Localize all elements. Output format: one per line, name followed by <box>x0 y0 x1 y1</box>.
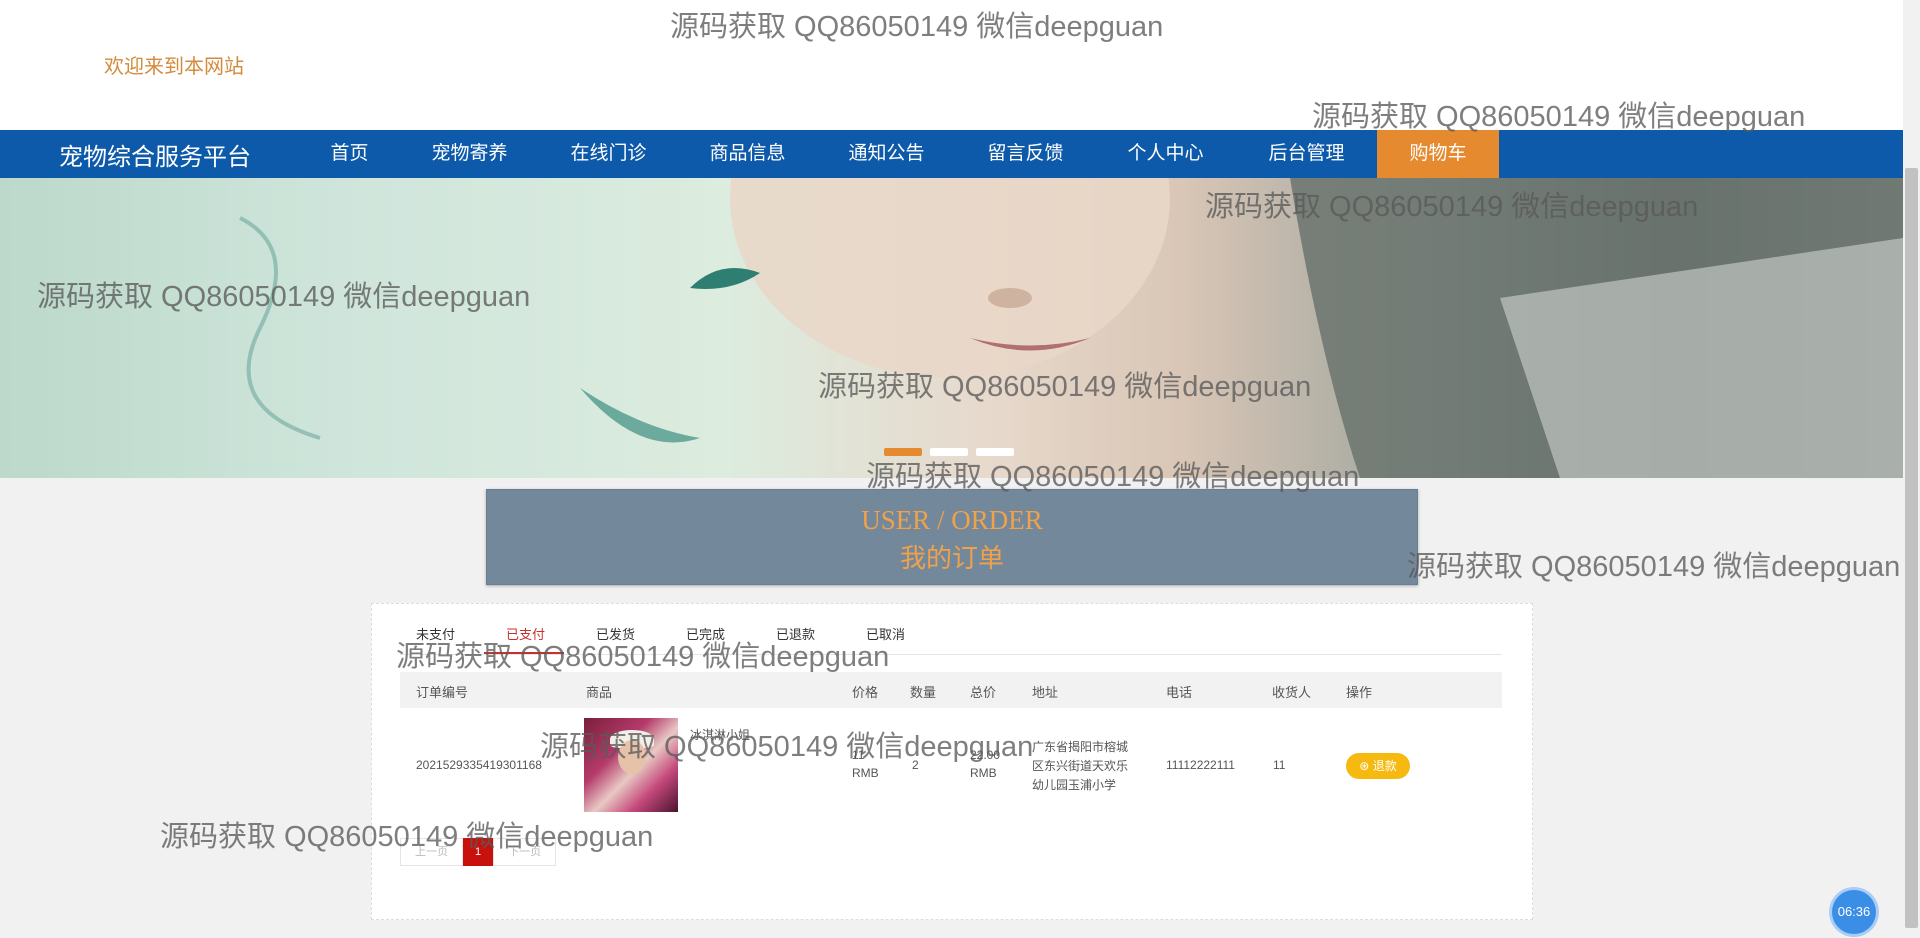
pagination: 上一页 1 下一页 <box>400 838 557 866</box>
col-action: 操作 <box>1346 685 1373 700</box>
order-title-en: USER / ORDER <box>861 505 1043 535</box>
nav-goods-info[interactable]: 商品信息 <box>678 130 817 178</box>
banner-carousel[interactable] <box>0 178 1903 478</box>
receiver-value: 11 <box>1273 758 1286 772</box>
carousel-dot-3[interactable] <box>976 448 1014 456</box>
price-value: 11 <box>852 748 865 762</box>
next-page-button[interactable]: 下一页 <box>493 838 557 866</box>
nav-personal-center[interactable]: 个人中心 <box>1095 130 1236 178</box>
page-1-button[interactable]: 1 <box>463 838 494 866</box>
tab-cancelled[interactable]: 已取消 <box>866 624 956 643</box>
main-nav: 宠物综合服务平台 首页 宠物寄养 在线门诊 商品信息 通知公告 留言反馈 个人中… <box>0 130 1903 178</box>
tab-paid[interactable]: 已支付 <box>506 624 596 643</box>
prev-page-button[interactable]: 上一页 <box>400 838 463 866</box>
col-qty: 数量 <box>910 685 937 700</box>
site-brand[interactable]: 宠物综合服务平台 <box>59 137 299 172</box>
top-header: 欢迎来到本网站 <box>0 0 1903 130</box>
order-status-tabs: 未支付 已支付 已发货 已完成 已退款 已取消 <box>416 624 956 643</box>
col-phone: 电话 <box>1166 685 1193 700</box>
order-number: 2021529335419301168 <box>416 758 542 772</box>
tab-shipped[interactable]: 已发货 <box>596 624 686 643</box>
phone-value: 11112222111 <box>1166 758 1235 772</box>
active-tab-indicator <box>484 652 564 654</box>
col-receiver: 收货人 <box>1272 685 1312 700</box>
refund-button[interactable]: ⊛ 退款 <box>1346 753 1410 779</box>
welcome-text: 欢迎来到本网站 <box>104 56 244 78</box>
address-line-2: 区东兴街道天欢乐 <box>1032 759 1129 773</box>
address-line-3: 幼儿园玉浦小学 <box>1032 778 1117 792</box>
address-line-1: 广东省揭阳市榕城 <box>1032 740 1129 754</box>
carousel-dot-2[interactable] <box>930 448 968 456</box>
col-address: 地址 <box>1032 685 1059 700</box>
quantity-value: 2 <box>912 758 919 772</box>
carousel-dot-1[interactable] <box>884 448 922 456</box>
nav-feedback[interactable]: 留言反馈 <box>956 130 1095 178</box>
total-unit: RMB <box>970 766 997 780</box>
table-row: 2021529335419301168 冰淇淋小姐 11 RMB 2 22.00… <box>400 716 1502 816</box>
floating-clock[interactable]: 06:36 <box>1832 890 1876 934</box>
nav-admin[interactable]: 后台管理 <box>1236 130 1377 178</box>
price-unit: RMB <box>852 766 879 780</box>
col-total: 总价 <box>970 685 997 700</box>
nav-notices[interactable]: 通知公告 <box>817 130 956 178</box>
nav-pet-boarding[interactable]: 宠物寄养 <box>400 130 539 178</box>
nav-online-clinic[interactable]: 在线门诊 <box>539 130 678 178</box>
nav-home[interactable]: 首页 <box>299 130 400 178</box>
tab-unpaid[interactable]: 未支付 <box>416 624 506 643</box>
carousel-indicators <box>884 448 1014 456</box>
table-header: 订单编号 商品 价格 数量 总价 地址 电话 收货人 操作 <box>400 672 1502 708</box>
tab-refunded[interactable]: 已退款 <box>776 624 866 643</box>
banner-image <box>239 178 1903 478</box>
col-order-no: 订单编号 <box>416 685 469 700</box>
watermark: 源码获取 QQ86050149 微信deepguan <box>1407 551 1901 583</box>
goods-name[interactable]: 冰淇淋小姐 <box>690 726 750 743</box>
refund-label: 退款 <box>1372 759 1397 773</box>
goods-thumbnail[interactable] <box>584 718 678 812</box>
refund-icon: ⊛ <box>1359 759 1373 773</box>
total-value: 22.00 <box>970 748 1001 762</box>
tab-divider <box>400 654 1502 655</box>
order-title-cn: 我的订单 <box>899 544 1004 573</box>
scrollbar-thumb[interactable] <box>1905 168 1918 928</box>
order-panel: 未支付 已支付 已发货 已完成 已退款 已取消 订单编号 商品 价格 数量 总价… <box>371 603 1533 920</box>
col-price: 价格 <box>852 685 879 700</box>
nav-cart[interactable]: 购物车 <box>1377 130 1499 178</box>
tab-completed[interactable]: 已完成 <box>686 624 776 643</box>
order-section-header: USER / ORDER 我的订单 <box>486 489 1418 585</box>
col-goods: 商品 <box>586 685 613 700</box>
